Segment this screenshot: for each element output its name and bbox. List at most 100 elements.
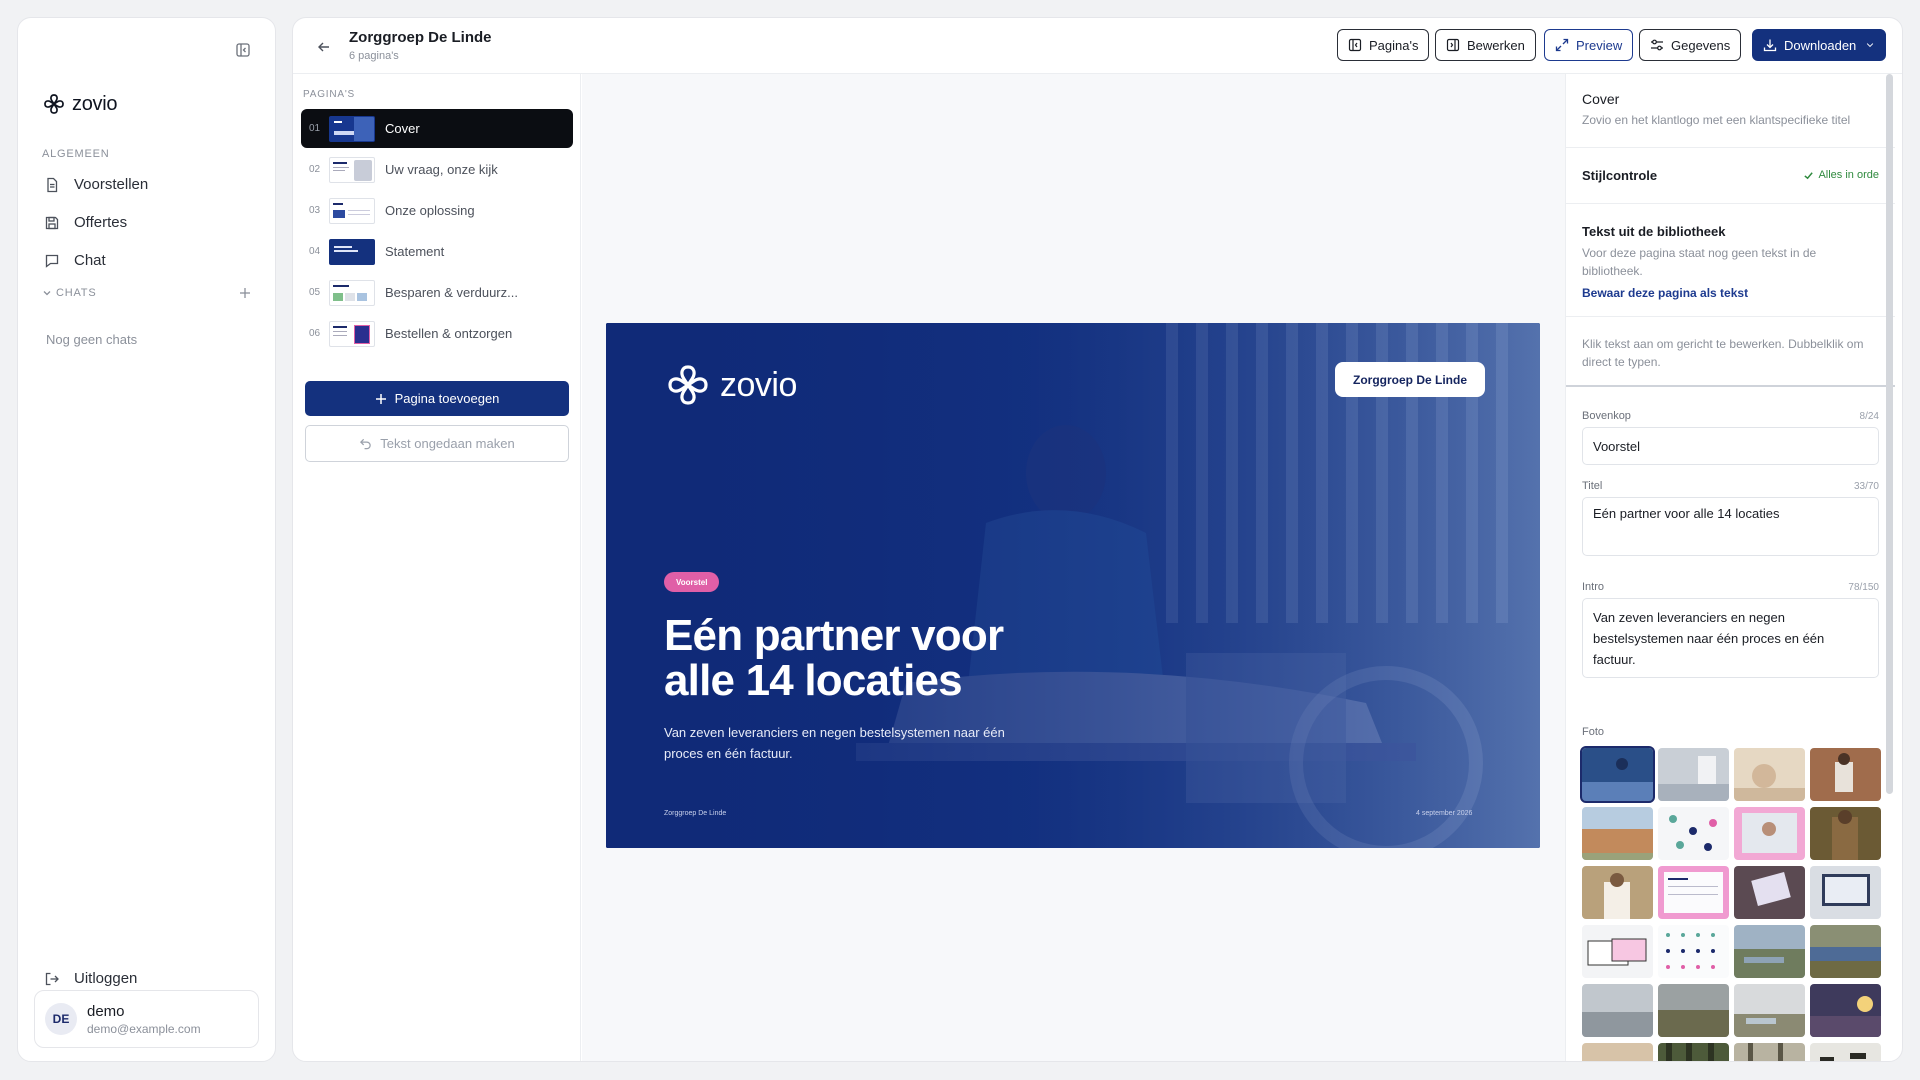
nav-item-chat[interactable]: Chat [44, 252, 106, 269]
photo-option[interactable] [1582, 866, 1653, 919]
photo-option[interactable] [1582, 984, 1653, 1037]
bovenkop-count: 8/24 [1859, 411, 1879, 422]
slide-tag[interactable]: Voorstel [664, 572, 720, 592]
library-section: Tekst uit de bibliotheek Voor deze pagin… [1566, 204, 1895, 317]
add-page-label: Pagina toevoegen [394, 391, 500, 406]
properties-scrollbar[interactable] [1886, 74, 1893, 794]
photo-option[interactable] [1734, 748, 1805, 801]
save-as-text-link[interactable]: Bewaar deze pagina als tekst [1582, 286, 1748, 300]
photo-image [1810, 807, 1881, 860]
user-name: demo [87, 1002, 125, 1020]
intro-input[interactable]: Van zeven leveranciers en negen bestelsy… [1582, 598, 1879, 678]
titel-input[interactable]: Eén partner voor alle 14 locaties [1582, 497, 1879, 556]
photo-option[interactable] [1810, 748, 1881, 801]
photo-image [1658, 925, 1729, 978]
logout-icon [45, 972, 59, 985]
photo-option[interactable] [1810, 866, 1881, 919]
user-card[interactable]: DE demo demo@example.com [34, 990, 259, 1048]
sidebar-collapse-icon[interactable] [235, 42, 251, 58]
download-icon [1763, 39, 1777, 52]
edit-button[interactable]: Bewerken [1435, 29, 1536, 61]
style-check-section: Stijlcontrole Alles in orde [1566, 148, 1895, 204]
brand-logo[interactable]: zovio [42, 92, 118, 116]
photo-image [1658, 748, 1729, 801]
slide-title[interactable]: Eén partner voor alle 14 locaties [664, 613, 1084, 703]
photo-option[interactable] [1734, 984, 1805, 1037]
page-item-besparen[interactable]: 05 Besparen & verduurz... [301, 273, 573, 312]
page-thumbnail [329, 115, 375, 142]
section-label-general: ALGEMEEN [42, 148, 110, 160]
undo-text-button[interactable]: Tekst ongedaan maken [305, 425, 569, 462]
edit-hint: Klik tekst aan om gericht te bewerken. D… [1582, 337, 1864, 369]
style-check-status: Alles in orde [1803, 169, 1879, 181]
photo-image [1582, 984, 1653, 1037]
photo-option[interactable] [1658, 866, 1729, 919]
photo-option[interactable] [1810, 807, 1881, 860]
photo-option[interactable] [1810, 984, 1881, 1037]
page-name: Statement [385, 244, 445, 259]
photo-image [1582, 925, 1653, 978]
preview-button[interactable]: Preview [1544, 29, 1634, 61]
page-item-bestellen[interactable]: 06 Bestellen & ontzorgen [301, 314, 573, 353]
photo-image [1810, 984, 1881, 1037]
page-item-cover[interactable]: 01 Cover [301, 109, 573, 148]
page-number: 01 [309, 123, 321, 134]
photo-option[interactable] [1582, 1043, 1653, 1061]
intro-label: Intro [1582, 581, 1605, 593]
page-item-uw-vraag[interactable]: 02 Uw vraag, onze kijk [301, 150, 573, 189]
add-page-button[interactable]: Pagina toevoegen [305, 381, 569, 416]
photo-image [1658, 1043, 1729, 1061]
slide-footer-client: Zorggroep De Linde [664, 810, 727, 817]
nav-label: Voorstellen [74, 176, 149, 193]
chats-toggle[interactable]: CHATS [42, 287, 96, 299]
client-logo-pill[interactable]: Zorggroep De Linde [1335, 362, 1485, 397]
page-item-statement[interactable]: 04 Statement [301, 232, 573, 271]
back-arrow-icon[interactable] [315, 38, 333, 56]
photo-image [1582, 866, 1653, 919]
photo-option[interactable] [1582, 925, 1653, 978]
page-name: Onze oplossing [385, 203, 475, 218]
download-button-label: Downloaden [1784, 37, 1857, 53]
slide-intro[interactable]: Van zeven leveranciers en negen bestelsy… [664, 722, 1034, 764]
nav-item-voorstellen[interactable]: Voorstellen [44, 176, 148, 193]
photo-option[interactable] [1734, 925, 1805, 978]
bovenkop-input[interactable]: Voorstel [1582, 427, 1879, 465]
pages-button[interactable]: Pagina's [1337, 29, 1430, 61]
zovio-logo-icon [668, 365, 708, 405]
photo-option[interactable] [1734, 1043, 1805, 1061]
download-button[interactable]: Downloaden [1752, 29, 1887, 61]
library-title: Tekst uit de bibliotheek [1582, 224, 1726, 239]
slide-preview[interactable]: zovio Zorggroep De Linde Voorstel Eén pa… [606, 323, 1540, 848]
photo-option[interactable] [1658, 925, 1729, 978]
page-name: Uw vraag, onze kijk [385, 162, 498, 177]
photo-option[interactable] [1658, 1043, 1729, 1061]
check-icon [1804, 171, 1814, 179]
sliders-icon [1651, 39, 1663, 51]
photo-image [1582, 748, 1653, 801]
page-number: 02 [309, 164, 321, 175]
titel-count: 33/70 [1853, 481, 1879, 492]
pages-button-label: Pagina's [1369, 37, 1419, 53]
photo-option[interactable] [1810, 925, 1881, 978]
logout-button[interactable]: Uitloggen [44, 970, 137, 987]
page-number: 03 [309, 205, 321, 216]
add-chat-icon[interactable] [239, 287, 251, 299]
intro-count: 78/150 [1848, 582, 1879, 593]
nav-label: Chat [74, 252, 106, 269]
photo-option[interactable] [1582, 807, 1653, 860]
photo-option[interactable] [1658, 807, 1729, 860]
document-icon [47, 177, 58, 192]
photo-option[interactable] [1734, 807, 1805, 860]
data-button[interactable]: Gegevens [1639, 29, 1742, 61]
photo-option[interactable] [1658, 748, 1729, 801]
edit-button-label: Bewerken [1467, 37, 1525, 53]
photo-option-selected[interactable] [1580, 746, 1655, 803]
photo-image [1658, 866, 1729, 919]
page-item-onze-oplossing[interactable]: 03 Onze oplossing [301, 191, 573, 230]
photo-option[interactable] [1658, 984, 1729, 1037]
photo-option[interactable] [1810, 1043, 1881, 1061]
slide-canvas: zovio Zorggroep De Linde Voorstel Eén pa… [582, 74, 1565, 1061]
photo-option[interactable] [1734, 866, 1805, 919]
page-thumbnail [329, 320, 375, 347]
nav-item-offertes[interactable]: Offertes [44, 214, 127, 231]
